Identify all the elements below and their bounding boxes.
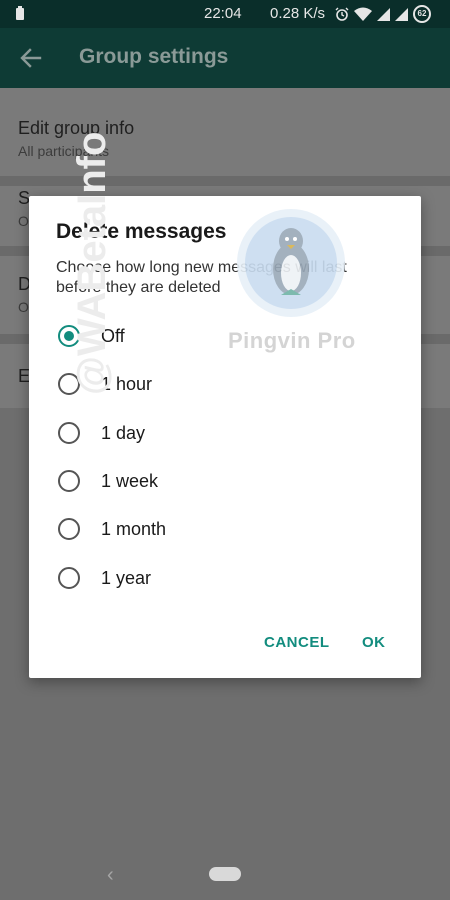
alarm-icon — [335, 7, 349, 21]
penguin-watermark-icon — [237, 209, 345, 317]
option-1-month[interactable]: 1 month — [29, 507, 421, 555]
back-arrow-icon[interactable] — [18, 45, 44, 71]
cancel-button[interactable]: CANCEL — [264, 634, 330, 651]
divider — [0, 176, 450, 186]
list-item-subtitle: O — [18, 213, 29, 229]
option-label: 1 year — [101, 568, 152, 588]
watermark-brand: Pingvin Pro — [228, 328, 356, 353]
option-label: 1 day — [101, 423, 146, 443]
status-time: 22:04 — [204, 5, 242, 22]
battery-icon: 62 — [413, 5, 431, 23]
option-label: 1 week — [101, 471, 159, 491]
radio-unchecked-icon[interactable] — [58, 422, 80, 444]
status-icons: 62 — [335, 4, 431, 24]
radio-unchecked-icon[interactable] — [58, 470, 80, 492]
radio-unchecked-icon[interactable] — [58, 518, 80, 540]
radio-unchecked-icon[interactable] — [58, 567, 80, 589]
nav-home-pill[interactable] — [209, 867, 241, 881]
signal-icon — [377, 7, 390, 21]
ok-button[interactable]: OK — [362, 634, 386, 651]
watermark-vertical-text: @WABetaInfo — [70, 131, 114, 395]
list-item-edit-group-info[interactable]: Edit group info All participants — [0, 88, 450, 176]
option-1-week[interactable]: 1 week — [29, 459, 421, 507]
app-bar: Group settings — [0, 28, 450, 88]
navigation-bar: ‹ — [0, 850, 450, 900]
option-1-year[interactable]: 1 year — [29, 556, 421, 604]
page-title: Group settings — [79, 45, 229, 68]
battery-saver-icon — [16, 6, 24, 20]
nav-back-icon[interactable]: ‹ — [107, 864, 114, 887]
status-bar: 22:04 0.28 K/s 62 — [0, 0, 450, 28]
list-item-subtitle: O — [18, 299, 29, 315]
wifi-icon — [354, 7, 372, 21]
signal-icon-2 — [395, 7, 408, 21]
network-speed: 0.28 K/s — [270, 5, 326, 22]
option-1-day[interactable]: 1 day — [29, 411, 421, 459]
option-label: 1 month — [101, 519, 167, 539]
